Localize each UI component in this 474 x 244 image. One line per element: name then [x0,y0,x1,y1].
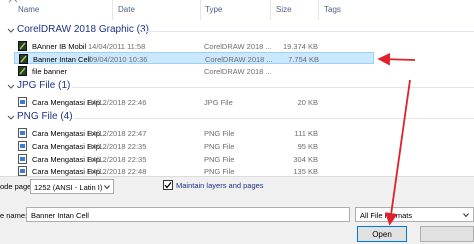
code-page-value: 1252 (ANSI - Latin I) [34,183,103,192]
file-type: PNG File [204,167,235,176]
image-file-icon [18,154,27,164]
file-row[interactable]: Cara Mengatasi Exp... 04/12/2018 22:35 P… [14,153,374,165]
file-date: 04/12/2018 22:47 [88,129,147,138]
image-file-icon [18,97,27,107]
file-date: 04/12/2018 22:35 [88,155,147,164]
file-date: 04/12/2018 22:48 [88,167,147,176]
chevron-down-icon [104,185,110,190]
maintain-layers-checkbox[interactable] [163,180,173,190]
file-format-value: All File Formats [360,211,413,220]
column-divider[interactable] [112,0,113,20]
coreldraw-file-icon [18,41,27,51]
file-row[interactable]: Cara Mengatasi Exp... 04/12/2018 22:35 P… [14,140,374,152]
file-type: PNG File [204,129,235,138]
group-title: PNG File (4) [17,111,73,122]
file-size: 20 KB [297,98,318,107]
file-row[interactable]: BAnner IB Mobil 14/04/2011 11:58 CorelDR… [14,40,374,52]
column-name[interactable]: Name [18,5,39,14]
group-title: JPG File (1) [17,80,71,91]
cancel-button[interactable] [420,226,474,242]
file-type: CorelDRAW 2018 ... [204,42,272,51]
group-header-png[interactable]: PNG File (4) [0,111,474,125]
chevron-down-icon [7,28,15,33]
maintain-layers-label[interactable]: Maintain layers and pages [176,181,264,190]
column-header: Name Date Type Size Tags [0,0,474,20]
column-divider[interactable] [318,0,319,20]
file-size: 95 KB [297,142,318,151]
group-title: CorelDRAW 2018 Graphic (3) [17,24,149,35]
file-row[interactable]: file banner CorelDRAW 2018 ... [14,65,374,77]
file-name-label: e name: [0,211,28,220]
column-type[interactable]: Type [205,5,222,14]
group-divider [74,118,474,119]
file-type: PNG File [204,155,235,164]
column-size[interactable]: Size [276,5,292,14]
chevron-down-icon [463,213,469,218]
image-file-icon [18,166,27,176]
code-page-select[interactable]: 1252 (ANSI - Latin I) [30,179,114,194]
file-type: PNG File [204,142,235,151]
open-button[interactable]: Open [357,226,407,242]
file-row[interactable]: Cara Mengatasi Exp... 04/12/2018 22:47 P… [14,127,374,139]
file-date: 04/12/2018 22:46 [88,98,147,107]
image-file-icon [18,128,27,138]
code-page-label: ode page [0,182,32,191]
file-size: 111 KB [294,129,319,138]
column-tags[interactable]: Tags [324,5,341,14]
file-size: 135 KB [293,167,318,176]
group-header-jpg[interactable]: JPG File (1) [0,80,474,94]
group-divider [142,31,474,32]
chevron-down-icon [7,84,15,89]
column-date[interactable]: Date [118,5,135,14]
file-row-selected[interactable]: Banner Intan Cell 09/04/2010 10:36 Corel… [14,52,374,64]
file-type: JPG File [204,98,233,107]
file-name-value: Banner Intan Cell [31,211,89,220]
coreldraw-file-icon [19,54,28,64]
file-size: 304 KB [293,155,318,164]
group-divider [72,87,474,88]
file-size: 19.374 KB [282,42,318,51]
check-icon [164,182,172,189]
image-file-icon [18,141,27,151]
file-type: CorelDRAW 2018 ... [204,67,272,76]
column-divider[interactable] [200,0,201,20]
file-size: 7.754 KB [288,55,319,64]
file-name: Banner Intan Cell [33,55,91,64]
file-name: BAnner IB Mobil [32,42,87,51]
file-name-input[interactable]: Banner Intan Cell [26,207,350,222]
file-date: 09/04/2010 10:36 [89,55,148,64]
file-name: file banner [32,67,68,76]
annotation-arrow [377,52,416,66]
file-type: CorelDRAW 2018 ... [205,55,273,64]
file-date: 14/04/2011 11:58 [88,42,146,51]
file-date: 04/12/2018 22:35 [88,142,147,151]
chevron-down-icon [7,115,15,120]
coreldraw-file-icon [18,66,27,76]
file-row[interactable]: Cara Mengatasi Exp... 04/12/2018 22:46 J… [14,96,374,108]
file-format-select[interactable]: All File Formats [355,207,474,222]
column-divider[interactable] [270,0,271,20]
group-header-coreldraw[interactable]: CorelDRAW 2018 Graphic (3) [0,24,474,38]
chevron-up-icon[interactable] [8,0,18,4]
